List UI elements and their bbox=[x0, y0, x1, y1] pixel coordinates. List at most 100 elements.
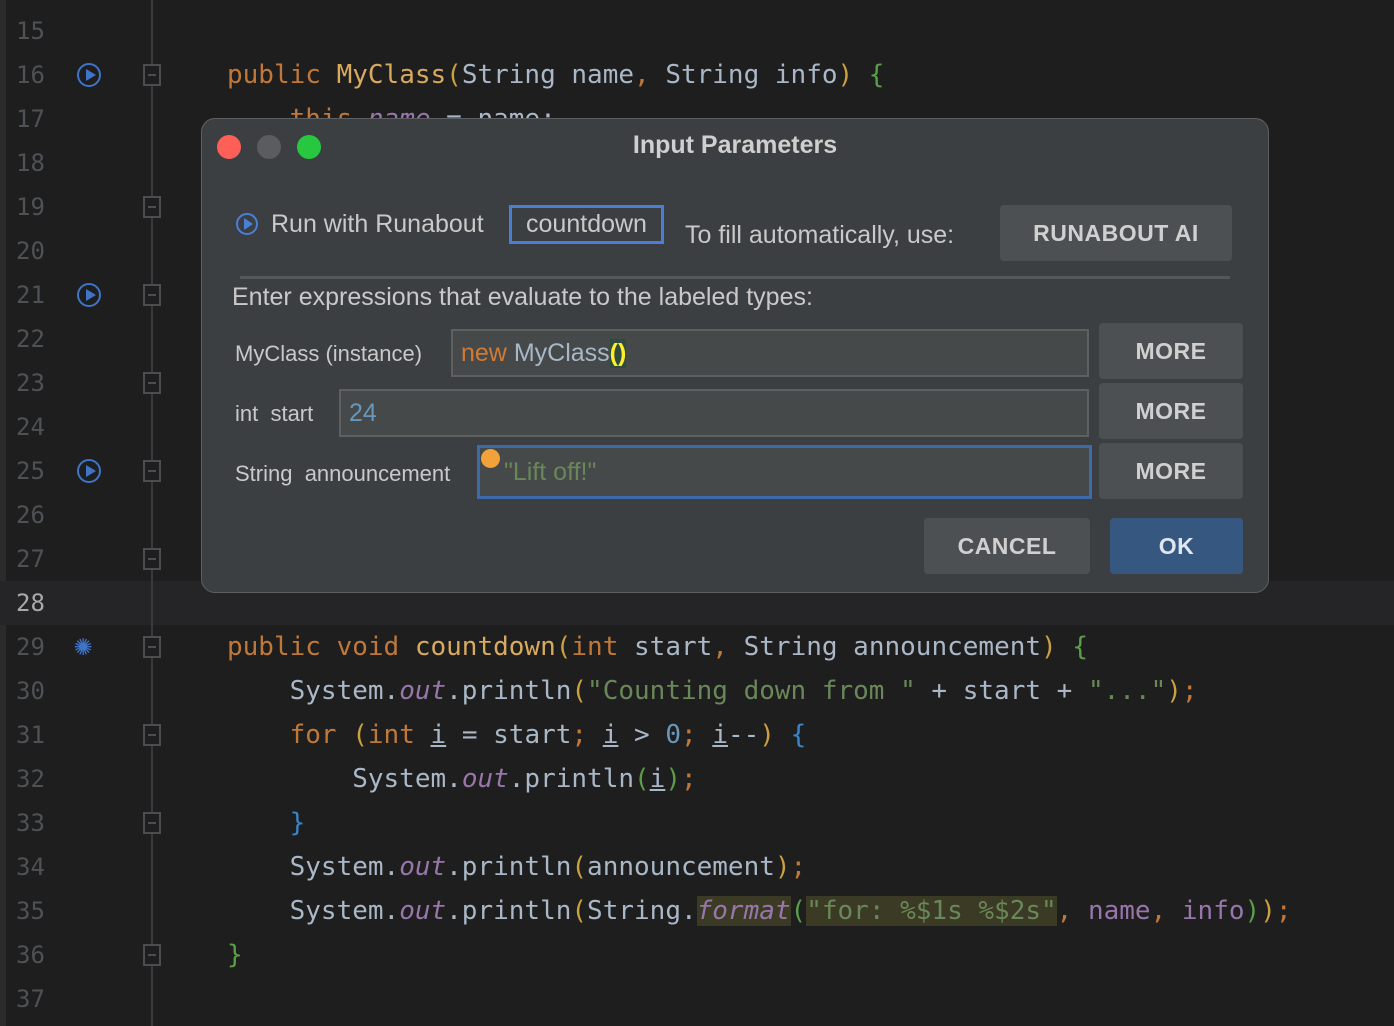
fold-marker-icon[interactable] bbox=[143, 944, 161, 966]
dialog-title: Input Parameters bbox=[632, 131, 838, 159]
code-token: ) bbox=[837, 60, 854, 90]
code-token: int bbox=[367, 720, 431, 750]
code-token: i bbox=[649, 764, 666, 794]
line-number: 32 bbox=[16, 765, 45, 793]
editor-edge bbox=[0, 0, 6, 1026]
code-token: ; bbox=[1275, 896, 1292, 926]
code-token: public void bbox=[227, 632, 415, 662]
code-token: public bbox=[227, 60, 337, 90]
value-keyword: new bbox=[461, 338, 507, 367]
code-token: ( bbox=[571, 676, 588, 706]
code-line: System.out.println("Counting down from "… bbox=[227, 669, 1198, 713]
line-number: 25 bbox=[16, 457, 45, 485]
code-token: ) bbox=[774, 852, 791, 882]
code-token: } bbox=[227, 808, 306, 838]
fold-marker-icon[interactable] bbox=[143, 196, 161, 218]
fold-marker-icon[interactable] bbox=[143, 636, 161, 658]
code-token: System. bbox=[227, 764, 462, 794]
line-number: 36 bbox=[16, 941, 45, 969]
code-token: MyClass bbox=[336, 60, 447, 90]
code-token: format bbox=[696, 896, 791, 926]
code-token: String announcement bbox=[743, 632, 1042, 662]
line-number: 31 bbox=[16, 721, 45, 749]
code-token: ; bbox=[790, 852, 807, 882]
fold-marker-icon[interactable] bbox=[143, 460, 161, 482]
code-token: "Counting down from " bbox=[587, 676, 916, 706]
code-line: System.out.println(i); bbox=[227, 757, 696, 801]
code-token: ) bbox=[1260, 896, 1276, 926]
code-token: 0 bbox=[665, 720, 681, 750]
fold-marker-icon[interactable] bbox=[143, 284, 161, 306]
code-token: "..." bbox=[1087, 676, 1167, 706]
code-token: = start bbox=[446, 720, 572, 750]
fold-marker-icon[interactable] bbox=[143, 548, 161, 570]
code-token: ) bbox=[1244, 896, 1261, 926]
line-number: 34 bbox=[16, 853, 45, 881]
myclass-instance-input[interactable]: new MyClass() bbox=[451, 329, 1089, 377]
line-number: 16 bbox=[16, 61, 45, 89]
code-token: ( bbox=[790, 896, 807, 926]
line-number: 33 bbox=[16, 809, 45, 837]
code-token: for bbox=[227, 720, 353, 750]
line-number: 22 bbox=[16, 325, 45, 353]
param-label: String announcement bbox=[235, 461, 451, 486]
line-number: 30 bbox=[16, 677, 45, 705]
line-number: 20 bbox=[16, 237, 45, 265]
code-token: .println bbox=[508, 764, 635, 794]
code-token: .println bbox=[446, 676, 572, 706]
code-token: System. bbox=[227, 852, 400, 882]
cancel-button[interactable]: CANCEL bbox=[924, 518, 1090, 574]
param-label: int start bbox=[235, 401, 314, 426]
line-number: 28 bbox=[16, 589, 45, 617]
line-number: 23 bbox=[16, 369, 45, 397]
line-number: 37 bbox=[16, 985, 45, 1013]
run-gutter-icon[interactable] bbox=[77, 459, 101, 483]
fold-marker-icon[interactable] bbox=[143, 812, 161, 834]
more-button[interactable]: MORE bbox=[1099, 323, 1243, 379]
code-line: } bbox=[227, 933, 243, 977]
string-announcement-input[interactable]: "Lift off!" bbox=[477, 445, 1092, 499]
loading-spinner-icon: ✺ bbox=[74, 628, 93, 663]
code-line: } bbox=[227, 801, 306, 845]
code-token: ) bbox=[1166, 676, 1182, 706]
code-token: , bbox=[634, 60, 666, 90]
code-token: , bbox=[1056, 896, 1088, 926]
code-token: ) bbox=[759, 720, 775, 750]
code-token: , bbox=[712, 632, 744, 662]
code-line: System.out.println(announcement); bbox=[227, 845, 807, 889]
code-token: System. bbox=[227, 676, 400, 706]
code-token: .println bbox=[446, 852, 572, 882]
code-token: ( bbox=[555, 632, 572, 662]
code-token: { bbox=[853, 60, 885, 90]
line-number: 19 bbox=[16, 193, 45, 221]
more-button[interactable]: MORE bbox=[1099, 383, 1243, 439]
line-number: 17 bbox=[16, 105, 45, 133]
code-token: } bbox=[227, 940, 243, 970]
run-gutter-icon[interactable] bbox=[77, 283, 101, 307]
value-class: MyClass bbox=[513, 338, 610, 367]
line-number: 29 bbox=[16, 633, 45, 661]
code-token: i bbox=[602, 720, 619, 750]
line-number: 27 bbox=[16, 545, 45, 573]
line-number: 26 bbox=[16, 501, 45, 529]
more-button[interactable]: MORE bbox=[1099, 443, 1243, 499]
code-token: String info bbox=[665, 60, 838, 90]
code-token: out bbox=[399, 896, 447, 926]
fold-marker-icon[interactable] bbox=[143, 724, 161, 746]
fold-marker-icon[interactable] bbox=[143, 372, 161, 394]
method-name-badge: countdown bbox=[509, 205, 664, 244]
int-start-input[interactable]: 24 bbox=[339, 389, 1089, 437]
gutter-fold-line bbox=[151, 0, 153, 1026]
code-token: ) bbox=[1041, 632, 1057, 662]
code-token: + start + bbox=[915, 676, 1088, 706]
run-gutter-icon[interactable] bbox=[77, 63, 101, 87]
code-token: { bbox=[1056, 632, 1088, 662]
lightbulb-icon[interactable] bbox=[481, 449, 500, 468]
runabout-ai-button[interactable]: RUNABOUT AI bbox=[1000, 205, 1232, 261]
fold-marker-icon[interactable] bbox=[143, 64, 161, 86]
ok-button[interactable]: OK bbox=[1110, 518, 1243, 574]
code-token: i bbox=[430, 720, 447, 750]
code-token: countdown bbox=[414, 632, 556, 662]
code-line: public MyClass(String name, String info)… bbox=[227, 53, 884, 97]
code-token: String name bbox=[461, 60, 634, 90]
